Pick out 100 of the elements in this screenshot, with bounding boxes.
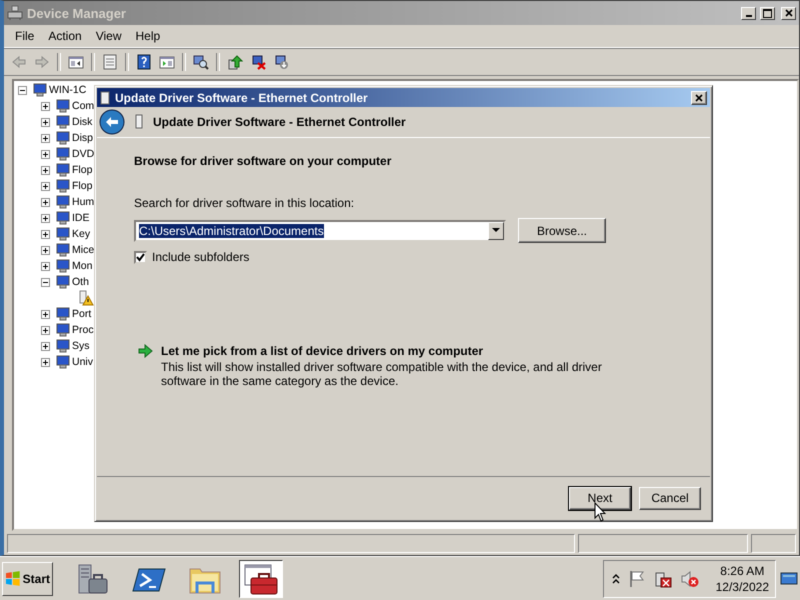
tree-item[interactable]: WIN-1C: [49, 84, 86, 96]
location-field[interactable]: C:\Users\Administrator\Documents: [134, 220, 506, 242]
close-button[interactable]: [691, 90, 707, 104]
status-pane: [751, 534, 796, 553]
option-description: This list will show installed driver software compatible with the device, and all driver software in the same category as the device.: [161, 360, 603, 388]
tree-item[interactable]: Disp: [72, 132, 94, 144]
start-button[interactable]: Start: [2, 562, 53, 596]
show-desktop-icon[interactable]: [780, 570, 798, 586]
expand-toggle[interactable]: [41, 118, 50, 126]
flag-icon[interactable]: [628, 570, 645, 588]
expand-toggle[interactable]: [41, 102, 50, 110]
expand-toggle[interactable]: [41, 182, 50, 190]
back-icon[interactable]: [99, 109, 125, 135]
tree-item[interactable]: Hum: [72, 196, 94, 208]
tree-item[interactable]: Mice: [72, 244, 94, 256]
expand-toggle[interactable]: [41, 278, 50, 286]
wizard-heading: Update Driver Software - Ethernet Controller: [153, 115, 406, 129]
device-icon: [32, 82, 48, 98]
device-icon: [55, 322, 71, 338]
expand-toggle[interactable]: [41, 166, 50, 174]
device-icon: [55, 354, 71, 370]
update-icon[interactable]: [227, 54, 243, 70]
device-icon: [100, 90, 110, 104]
checkbox-label[interactable]: Include subfolders: [152, 250, 250, 264]
dialog-title: Update Driver Software - Ethernet Controller: [115, 90, 368, 104]
dropdown-icon[interactable]: [492, 228, 500, 233]
disable-icon[interactable]: [273, 54, 289, 70]
action-pane-icon[interactable]: [159, 54, 175, 70]
expand-toggle[interactable]: [41, 358, 50, 366]
maximize-icon: [763, 8, 772, 18]
expand-toggle[interactable]: [41, 310, 50, 318]
device-icon: [135, 114, 143, 130]
tree-item[interactable]: Flop: [72, 180, 92, 192]
minimize-button[interactable]: [741, 6, 756, 20]
device-icon: [55, 162, 71, 178]
device-icon: [55, 338, 71, 354]
tree-item[interactable]: Key: [72, 228, 90, 240]
tree-item[interactable]: Oth: [72, 276, 89, 288]
dialog-button[interactable]: Cancel: [639, 486, 701, 510]
device-icon: [55, 258, 71, 274]
device-icon: [55, 130, 71, 146]
computer-icon: [7, 5, 23, 21]
close-icon: [695, 94, 703, 102]
device-icon: [55, 226, 71, 242]
device-icon: [55, 194, 71, 210]
expand-toggle[interactable]: [41, 326, 50, 334]
sound-muted-icon[interactable]: [680, 570, 699, 588]
expand-toggle[interactable]: [41, 150, 50, 158]
tree-item[interactable]: DVD: [72, 148, 94, 160]
expand-toggle[interactable]: [41, 214, 50, 222]
tree-item[interactable]: Flop: [72, 164, 92, 176]
device-icon: [55, 242, 71, 258]
scan-icon[interactable]: [193, 54, 209, 70]
tree-item[interactable]: Proc: [72, 324, 94, 336]
expand-toggle[interactable]: [41, 262, 50, 270]
option-link[interactable]: Let me pick from a list of device drivers on my computer: [161, 344, 631, 358]
menu-item[interactable]: Action: [41, 29, 89, 43]
device-icon: [55, 146, 71, 162]
tree-item[interactable]: Disk: [72, 116, 92, 128]
network-error-icon[interactable]: [654, 570, 672, 588]
expand-toggle[interactable]: [41, 134, 50, 142]
properties-icon[interactable]: [102, 54, 118, 70]
help-icon[interactable]: [136, 54, 152, 70]
tree-item[interactable]: Com: [72, 100, 94, 112]
menu-item[interactable]: Help: [128, 29, 168, 43]
uninstall-icon[interactable]: [250, 54, 266, 70]
device-icon: [55, 114, 71, 130]
clock-date: 12/3/2022: [716, 578, 769, 594]
tree-item[interactable]: Sys: [72, 340, 90, 352]
device-icon: [55, 306, 71, 322]
chevron-icon[interactable]: [612, 574, 620, 584]
browse-button[interactable]: Browse...: [518, 218, 606, 243]
console-tree-icon[interactable]: [68, 54, 84, 70]
tree-item[interactable]: IDE: [72, 212, 90, 224]
tree-item[interactable]: Univ: [72, 356, 94, 368]
maximize-button[interactable]: [760, 6, 775, 20]
expand-toggle[interactable]: [41, 198, 50, 206]
checkbox[interactable]: [134, 250, 147, 264]
device-icon: [55, 210, 71, 226]
device-icon: [55, 274, 71, 290]
expand-toggle[interactable]: [41, 230, 50, 238]
taskbar-button[interactable]: [239, 560, 283, 598]
window-title: Device Manager: [27, 6, 126, 20]
dialog-button[interactable]: Next: [569, 486, 631, 510]
windows-logo-icon: [5, 570, 21, 586]
expand-toggle[interactable]: [41, 342, 50, 350]
tree-item[interactable]: Mon: [72, 260, 92, 272]
device-icon: [55, 178, 71, 194]
menu-item[interactable]: File: [8, 29, 42, 43]
tree-item[interactable]: Port: [72, 308, 92, 320]
arrow-icon[interactable]: [138, 344, 153, 358]
cursor-icon: [594, 502, 606, 522]
device-icon: [55, 98, 71, 114]
section-title: Browse for driver software on your computer: [134, 154, 392, 168]
menu-item[interactable]: View: [88, 29, 128, 43]
close-button[interactable]: [781, 6, 796, 20]
expand-toggle[interactable]: [18, 86, 27, 94]
warning-icon: [78, 290, 94, 306]
toolbox-icon: [243, 562, 279, 594]
expand-toggle[interactable]: [41, 246, 50, 254]
